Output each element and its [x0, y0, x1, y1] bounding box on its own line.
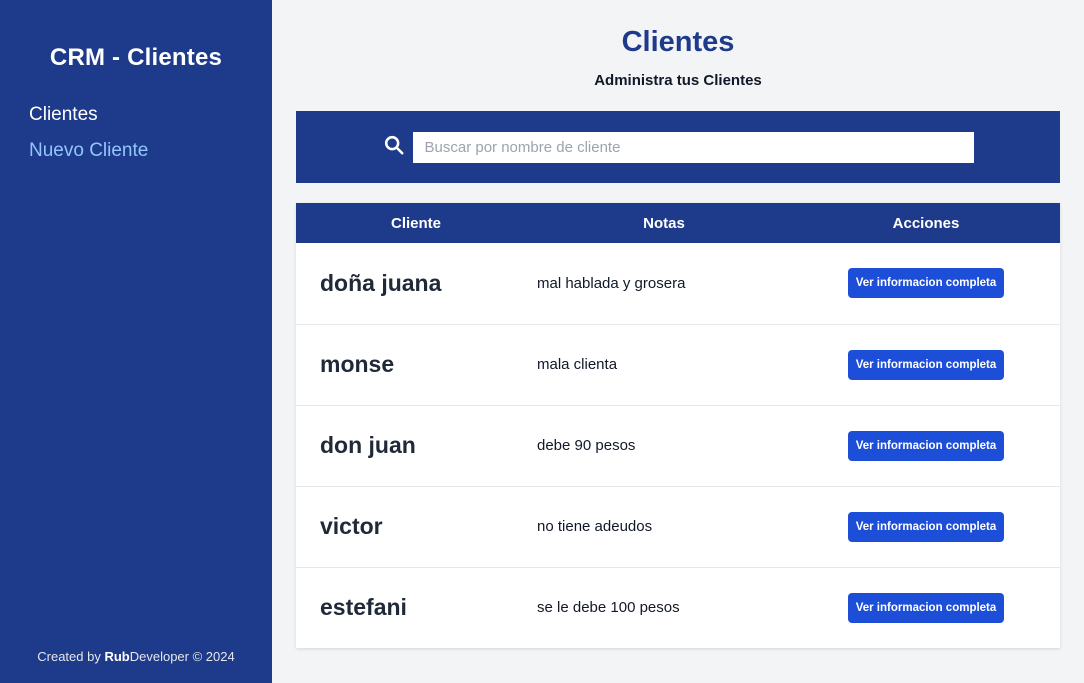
page-subtitle: Administra tus Clientes: [594, 72, 762, 89]
table-row: doña juana mal hablada y grosera Ver inf…: [296, 243, 1060, 324]
view-details-button[interactable]: Ver informacion completa: [847, 268, 1005, 299]
column-header-acciones: Acciones: [892, 214, 960, 232]
client-notes: se le debe 100 pesos: [537, 599, 680, 617]
sidebar: CRM - Clientes Clientes Nuevo Cliente Cr…: [0, 0, 272, 683]
client-name: don juan: [320, 432, 416, 458]
sidebar-item-clientes[interactable]: Clientes: [29, 104, 272, 126]
sidebar-nav: Clientes Nuevo Cliente: [0, 104, 272, 162]
client-name: estefani: [320, 594, 407, 621]
footer-suffix: © 2024: [189, 649, 235, 664]
search-icon: [383, 134, 405, 161]
column-header-notas: Notas: [643, 214, 685, 232]
view-details-button[interactable]: Ver informacion completa: [847, 592, 1005, 623]
clients-table: Cliente Notas Acciones doña juana mal ha…: [296, 203, 1060, 648]
table-header-row: Cliente Notas Acciones: [296, 203, 1060, 243]
client-notes: no tiene adeudos: [537, 518, 653, 535]
column-header-cliente: Cliente: [390, 214, 441, 232]
footer-brand-rest: Developer: [129, 649, 189, 664]
table-row: don juan debe 90 pesos Ver informacion c…: [296, 405, 1060, 486]
search-bar: [296, 111, 1060, 183]
client-name: monse: [320, 351, 395, 377]
footer-brand-bold: Rub: [104, 649, 130, 664]
table-row: victor no tiene adeudos Ver informacion …: [296, 486, 1060, 567]
table-row: estefani se le debe 100 pesos Ver inform…: [296, 567, 1060, 648]
sidebar-item-nuevo-cliente[interactable]: Nuevo Cliente: [29, 140, 272, 162]
client-name: victor: [320, 513, 383, 539]
footer-credit: Created by RubDeveloper © 2024: [0, 649, 272, 664]
view-details-button[interactable]: Ver informacion completa: [847, 430, 1005, 461]
client-name: doña juana: [320, 269, 442, 296]
footer-prefix: Created by: [37, 649, 105, 664]
table-row: monse mala clienta Ver informacion compl…: [296, 324, 1060, 405]
client-notes: debe 90 pesos: [537, 437, 636, 454]
client-notes: mala clienta: [537, 356, 618, 373]
page-title: Clientes: [621, 26, 735, 58]
view-details-button[interactable]: Ver informacion completa: [847, 511, 1005, 542]
client-notes: mal hablada y grosera: [537, 274, 686, 292]
app-brand: CRM - Clientes: [49, 44, 223, 71]
main-content: Clientes Administra tus Clientes Cliente…: [272, 0, 1084, 683]
search-input[interactable]: [412, 131, 974, 163]
view-details-button[interactable]: Ver informacion completa: [847, 349, 1005, 380]
